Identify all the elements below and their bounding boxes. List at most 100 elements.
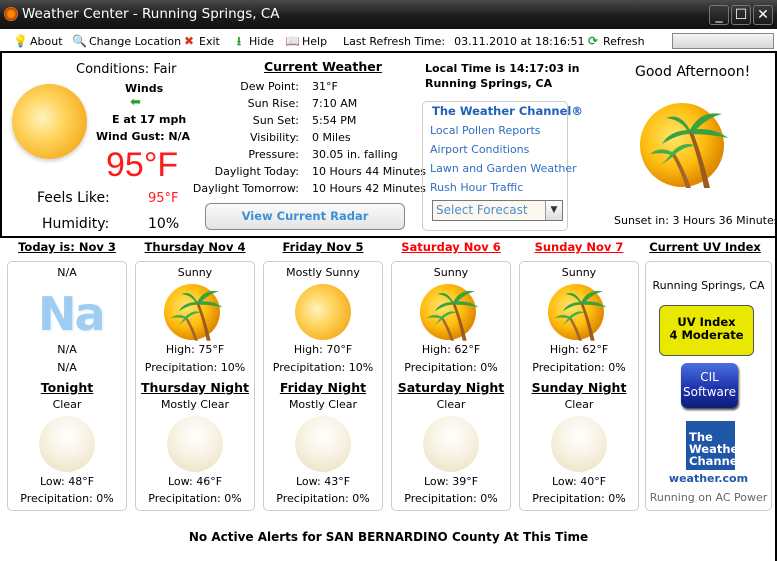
cil-logo-line2: Software bbox=[683, 385, 736, 399]
uv-card: Running Springs, CA UV Index 4 Moderate … bbox=[645, 261, 772, 511]
day-condition: Sunny bbox=[561, 266, 597, 279]
night-condition: Mostly Clear bbox=[160, 398, 230, 411]
app-icon bbox=[4, 7, 18, 21]
link-pollen[interactable]: Local Pollen Reports bbox=[430, 124, 541, 137]
last-refresh-label: Last Refresh Time: bbox=[343, 34, 446, 48]
chevron-down-icon[interactable]: ▼ bbox=[545, 201, 562, 220]
link-rush-hour[interactable]: Rush Hour Traffic bbox=[430, 181, 523, 194]
uv-index-badge: UV Index 4 Moderate bbox=[659, 305, 754, 356]
window-title: Weather Center - Running Springs, CA bbox=[22, 6, 280, 22]
menu-about[interactable]: 💡 About bbox=[13, 33, 63, 49]
day-condition: Sunny bbox=[177, 266, 213, 279]
menu-change-location[interactable]: 🔍 Change Location bbox=[72, 33, 181, 49]
forecast-day-header: Friday Nov 5 bbox=[282, 240, 364, 254]
night-precipitation: Precipitation: 0% bbox=[404, 492, 498, 505]
cw-value: 5:54 PM bbox=[312, 114, 357, 127]
link-airport[interactable]: Airport Conditions bbox=[430, 143, 529, 156]
weather-channel-title: The Weather Channel® bbox=[432, 104, 583, 118]
humidity-value: 10% bbox=[148, 216, 180, 232]
night-low: Low: 40°F bbox=[551, 475, 607, 488]
cw-value: 7:10 AM bbox=[312, 97, 358, 110]
menu-bar: 💡 About 🔍 Change Location ✖ Exit ⭳ Hide … bbox=[0, 29, 777, 53]
moon-icon bbox=[295, 416, 351, 472]
current-temperature: 95°F bbox=[106, 146, 179, 184]
moon-icon bbox=[167, 416, 223, 472]
moon-icon bbox=[39, 416, 95, 472]
uv-header: Current UV Index bbox=[649, 240, 761, 254]
cw-value: 10 Hours 44 Minutes bbox=[312, 165, 427, 178]
greeting-text: Good Afternoon! bbox=[635, 64, 751, 80]
uv-index-value: 4 Moderate bbox=[669, 328, 744, 342]
weather-channel-logo[interactable]: The Weather Channel bbox=[686, 421, 744, 470]
day-precipitation: Precipitation: 0% bbox=[532, 361, 626, 374]
sun-palm-icon bbox=[164, 282, 224, 342]
forecast-day-header: Saturday Nov 6 bbox=[401, 240, 501, 254]
close-button[interactable]: ✕ bbox=[753, 5, 773, 25]
view-radar-button[interactable]: View Current Radar bbox=[205, 203, 405, 230]
menu-exit[interactable]: ✖ Exit bbox=[182, 33, 220, 49]
sun-icon bbox=[12, 84, 87, 159]
forecast-card: Sunny High: 75°F Precipitation: 10% Thur… bbox=[135, 261, 255, 511]
cw-value: 30.05 in. falling bbox=[312, 148, 398, 161]
menu-help[interactable]: 📖 Help bbox=[285, 33, 327, 49]
night-condition: Clear bbox=[436, 398, 466, 411]
forecast-day-header: Sunday Nov 7 bbox=[534, 240, 624, 254]
forecast-select[interactable]: Select Forecast ▼ bbox=[432, 200, 563, 221]
forecast-card: Mostly Sunny High: 70°F Precipitation: 1… bbox=[263, 261, 383, 511]
menu-about-label: About bbox=[30, 34, 63, 48]
local-time-line2: Running Springs, CA bbox=[425, 77, 553, 90]
wind-value: E at 17 mph bbox=[112, 113, 187, 126]
feels-like-value: 95°F bbox=[148, 191, 179, 206]
forecast-card: Sunny High: 62°F Precipitation: 0% Sunda… bbox=[519, 261, 639, 511]
sun-palm-icon bbox=[420, 282, 480, 342]
alerts-status: No Active Alerts for SAN BERNARDINO Coun… bbox=[188, 530, 589, 544]
cw-label: Dew Point: bbox=[240, 80, 299, 93]
menu-help-label: Help bbox=[302, 34, 328, 48]
red-x-icon: ✖ bbox=[183, 34, 195, 48]
night-precipitation: Precipitation: 0% bbox=[20, 492, 114, 505]
forecast-card: Sunny High: 62°F Precipitation: 0% Satur… bbox=[391, 261, 511, 511]
night-title: Friday Night bbox=[279, 380, 367, 395]
wind-gust: Wind Gust: N/A bbox=[96, 130, 191, 143]
night-precipitation: Precipitation: 0% bbox=[276, 492, 370, 505]
sun-palm-icon bbox=[548, 282, 608, 342]
day-condition: N/A bbox=[57, 266, 77, 279]
last-refresh: Last Refresh Time: 03.11.2010 at 18:16:5… bbox=[343, 33, 585, 49]
cw-label: Sun Rise: bbox=[247, 97, 299, 110]
night-title: Sunday Night bbox=[531, 380, 627, 395]
forecast-card: N/A Na N/A N/A Tonight Clear Low: 48°F P… bbox=[7, 261, 127, 511]
winds-label: Winds bbox=[125, 82, 164, 95]
weather-com-link[interactable]: weather.com bbox=[646, 472, 771, 485]
day-precipitation: Precipitation: 10% bbox=[272, 361, 374, 374]
na-icon: Na bbox=[38, 287, 106, 341]
night-title: Tonight bbox=[40, 380, 94, 395]
link-lawn-garden[interactable]: Lawn and Garden Weather bbox=[430, 162, 577, 175]
day-high: High: 62°F bbox=[421, 343, 481, 356]
refresh-progress-box bbox=[672, 33, 774, 49]
twc-logo-line3: Channel bbox=[689, 454, 742, 468]
cw-label: Daylight Today: bbox=[214, 165, 299, 178]
night-low: Low: 39°F bbox=[423, 475, 479, 488]
cw-label: Pressure: bbox=[248, 148, 299, 161]
current-weather-title: Current Weather bbox=[264, 59, 382, 74]
left-arrow-icon: ⬅ bbox=[130, 95, 141, 110]
cil-software-logo[interactable]: CIL Software bbox=[681, 363, 738, 408]
night-precipitation: Precipitation: 0% bbox=[532, 492, 626, 505]
day-precipitation: Precipitation: 0% bbox=[404, 361, 498, 374]
sunset-countdown: Sunset in: 3 Hours 36 Minutes bbox=[614, 214, 777, 227]
day-precipitation: N/A bbox=[57, 361, 77, 374]
menu-hide[interactable]: ⭳ Hide bbox=[232, 33, 274, 49]
minimize-button[interactable]: _ bbox=[709, 5, 729, 25]
menu-exit-label: Exit bbox=[199, 34, 220, 48]
lightbulb-icon: 💡 bbox=[13, 34, 28, 48]
day-high: N/A bbox=[57, 343, 77, 356]
forecast-select-value: Select Forecast bbox=[436, 203, 528, 217]
title-bar: Weather Center - Running Springs, CA _ ☐… bbox=[0, 0, 777, 29]
forecast-day-header: Today is: Nov 3 bbox=[18, 240, 116, 254]
magnifier-icon: 🔍 bbox=[72, 34, 87, 48]
book-icon: 📖 bbox=[285, 34, 300, 48]
night-low: Low: 46°F bbox=[167, 475, 223, 488]
maximize-button[interactable]: ☐ bbox=[731, 5, 751, 25]
night-title: Saturday Night bbox=[397, 380, 505, 395]
refresh-button[interactable]: ⟳ Refresh bbox=[586, 33, 645, 49]
